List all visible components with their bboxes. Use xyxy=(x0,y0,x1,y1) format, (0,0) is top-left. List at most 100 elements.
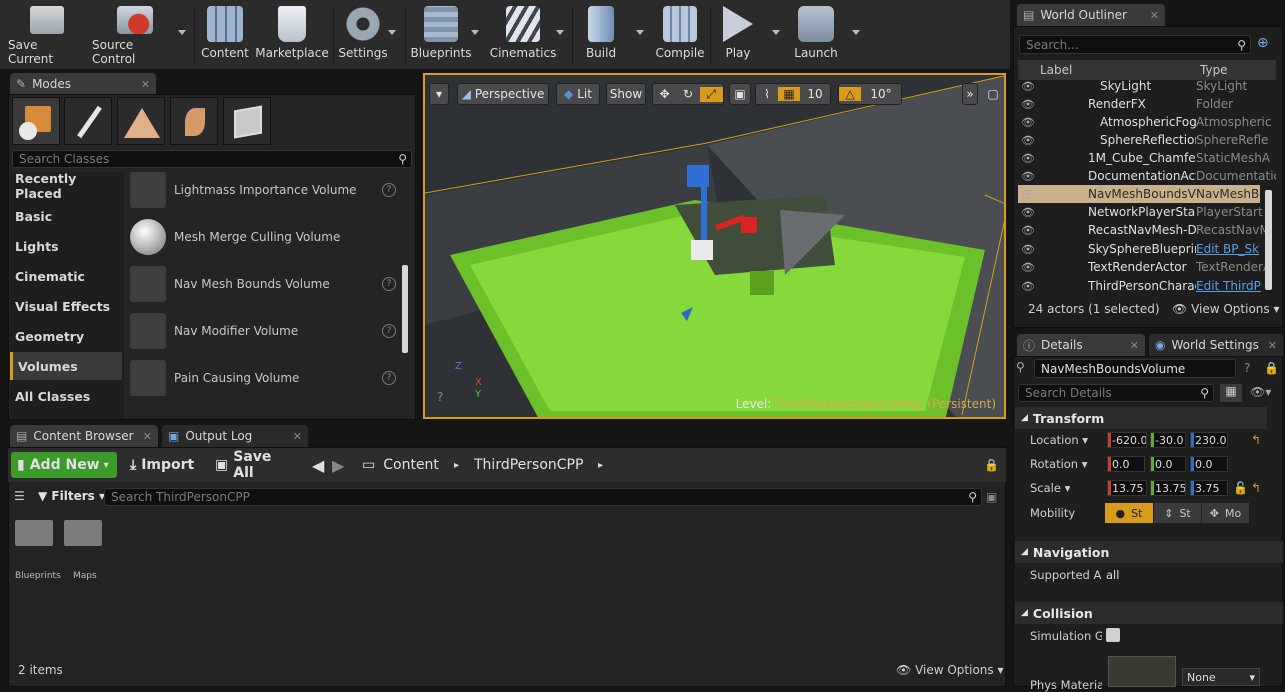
breadcrumb-content[interactable]: ▭ Content xyxy=(362,452,452,478)
geometry-mode-icon[interactable] xyxy=(223,97,271,145)
list-item[interactable]: 👁 1M_Cube_Chamfer StaticMeshA xyxy=(1018,149,1276,167)
rotation-snap-control[interactable]: △ 10° xyxy=(838,83,902,105)
list-item[interactable]: 👁 NetworkPlayerStart PlayerStart xyxy=(1018,203,1276,221)
launch-dropdown[interactable] xyxy=(852,30,860,35)
compile-button[interactable]: Compile xyxy=(654,6,706,66)
scrollbar[interactable] xyxy=(1265,190,1272,290)
location-y-field[interactable]: -30.0 xyxy=(1150,432,1186,448)
supported-agents-value[interactable]: all xyxy=(1106,568,1119,582)
scale-z-field[interactable]: 3.75 xyxy=(1190,480,1228,496)
mobility-movable-option[interactable]: ✥ Mo xyxy=(1201,503,1249,523)
simulation-checkbox[interactable] xyxy=(1106,628,1120,642)
category-lights[interactable]: Lights xyxy=(10,232,122,260)
object-name-field[interactable]: NavMeshBoundsVolume xyxy=(1034,359,1236,378)
tab-content-browser[interactable]: ▤ Content Browser ✕ xyxy=(10,425,158,447)
grid-snap-control[interactable]: ⌇ ▦ 10 xyxy=(755,83,831,105)
breadcrumb-separator-icon[interactable]: ▸ xyxy=(454,452,464,478)
search-classes-input[interactable]: Search Classes ⚲ xyxy=(12,150,412,168)
list-item[interactable]: 👁 SkySphereBlueprint Edit BP_Sk xyxy=(1018,240,1276,258)
category-volumes[interactable]: Volumes xyxy=(10,352,122,380)
import-button[interactable]: ⤓ Import xyxy=(130,452,200,478)
build-button[interactable]: Build xyxy=(578,6,624,66)
reset-to-default-icon[interactable]: ↰ xyxy=(1251,481,1261,495)
visibility-eye-icon[interactable]: 👁 xyxy=(1021,116,1035,129)
list-item-lightmass-importance-volume[interactable]: Lightmass Importance Volume ? xyxy=(130,168,408,212)
source-control-button[interactable]: Source Control xyxy=(92,6,178,66)
play-button[interactable]: Play xyxy=(716,6,760,66)
translate-icon[interactable]: ✥ xyxy=(653,87,676,101)
marketplace-button[interactable]: Marketplace xyxy=(255,6,329,66)
list-item[interactable]: 👁 RenderFX Folder xyxy=(1018,95,1276,113)
grid-snap-icon[interactable]: ▦ xyxy=(778,87,800,101)
add-new-button[interactable]: ▮ Add New ▾ xyxy=(11,452,117,478)
list-item[interactable]: 👁 TextRenderActor TextRenderA xyxy=(1018,258,1276,276)
folder-icon[interactable] xyxy=(64,520,102,546)
outliner-view-options[interactable]: 👁 View Options ▾ xyxy=(1172,302,1280,316)
location-z-field[interactable]: 230.0 xyxy=(1190,432,1228,448)
category-visual-effects[interactable]: Visual Effects xyxy=(10,292,122,320)
place-mode-icon[interactable] xyxy=(12,97,60,145)
navigation-section-header[interactable]: ◢ Navigation xyxy=(1015,541,1283,563)
tab-modes[interactable]: ✎ Modes ✕ xyxy=(10,73,156,95)
content-search-input[interactable]: Search ThirdPersonCPP ⚲ xyxy=(104,488,982,506)
outliner-search-input[interactable]: Search... ⚲ xyxy=(1019,35,1251,54)
sources-toggle-icon[interactable]: ☰ xyxy=(14,489,25,503)
rotation-z-field[interactable]: 0.0 xyxy=(1190,456,1228,472)
tab-world-outliner[interactable]: ▤ World Outliner ✕ xyxy=(1017,4,1165,26)
lock-icon[interactable]: 🔓 xyxy=(1233,481,1248,495)
source-control-dropdown[interactable] xyxy=(178,30,186,35)
list-item[interactable]: 👁 AtmosphericFog Atmospheric xyxy=(1018,113,1276,131)
lock-icon[interactable]: 🔒 xyxy=(984,458,999,472)
scale-y-field[interactable]: 13.75 xyxy=(1150,480,1186,496)
close-icon[interactable]: ✕ xyxy=(1150,9,1159,22)
mobility-static-option[interactable]: ● St xyxy=(1105,503,1153,523)
world-local-icon[interactable]: ▣ xyxy=(729,83,751,105)
mobility-toggle[interactable]: ● St ⇕ St ✥ Mo xyxy=(1105,503,1249,523)
visibility-eye-icon[interactable]: 👁▾ xyxy=(1250,385,1271,399)
phys-material-dropdown[interactable]: None ▾ xyxy=(1182,668,1260,686)
visibility-eye-icon[interactable]: 👁 xyxy=(1021,134,1035,147)
launch-button[interactable]: Launch xyxy=(790,6,842,66)
list-item[interactable]: 👁 SkyLight SkyLight xyxy=(1018,77,1276,95)
save-all-button[interactable]: ▣ Save All xyxy=(215,449,291,481)
transform-section-header[interactable]: ◢ Transform xyxy=(1015,407,1267,429)
foliage-mode-icon[interactable] xyxy=(170,97,218,145)
close-icon[interactable]: ✕ xyxy=(141,78,150,91)
viewport-options-dropdown[interactable]: ▾ xyxy=(429,83,449,105)
category-basic[interactable]: Basic xyxy=(10,202,122,230)
paint-mode-icon[interactable] xyxy=(64,97,112,145)
visibility-eye-icon[interactable]: 👁 xyxy=(1021,243,1035,256)
landscape-mode-icon[interactable] xyxy=(117,97,165,145)
rotation-snap-icon[interactable]: △ xyxy=(839,87,861,101)
collision-section-header[interactable]: ◢ Collision xyxy=(1015,602,1283,624)
category-all-classes[interactable]: All Classes xyxy=(10,382,122,410)
build-dropdown[interactable] xyxy=(636,30,644,35)
search-details-input[interactable]: Search Details ⚲ xyxy=(1018,384,1214,402)
filters-dropdown[interactable]: ▼ Filters ▾ xyxy=(38,489,105,503)
visibility-eye-icon[interactable]: 👁 xyxy=(1021,98,1035,111)
add-folder-icon[interactable]: ⊕ xyxy=(1257,35,1269,51)
settings-dropdown[interactable] xyxy=(388,30,396,35)
view-mode-dropdown[interactable]: ◆ Lit xyxy=(556,83,600,105)
save-search-icon[interactable]: ▣ xyxy=(986,490,997,504)
level-viewport[interactable]: ▾ ◢ Perspective ◆ Lit Show ✥ ↻ ⤢ ▣ ⌇ ▦ 1… xyxy=(423,73,1006,419)
visibility-eye-icon[interactable]: 👁 xyxy=(1021,206,1035,219)
folder-label-maps[interactable]: Maps xyxy=(73,571,97,581)
forward-arrow-icon[interactable]: ▶ xyxy=(332,452,346,478)
breadcrumb-separator-icon[interactable]: ▸ xyxy=(598,452,608,478)
help-icon[interactable]: ? xyxy=(382,183,396,197)
content-button[interactable]: Content xyxy=(199,6,251,66)
play-dropdown[interactable] xyxy=(772,30,780,35)
category-recently-placed[interactable]: Recently Placed xyxy=(10,171,122,201)
visibility-eye-icon[interactable]: 👁 xyxy=(1021,170,1035,183)
surface-snap-icon[interactable]: ⌇ xyxy=(756,87,778,101)
list-item[interactable]: 👁 ThirdPersonCharact Edit ThirdP xyxy=(1018,277,1276,295)
cinematics-dropdown[interactable] xyxy=(556,30,564,35)
cinematics-button[interactable]: Cinematics xyxy=(490,6,556,66)
settings-button[interactable]: Settings xyxy=(337,6,389,66)
phys-material-thumbnail[interactable] xyxy=(1108,656,1176,687)
list-item-nav-mesh-bounds-volume[interactable]: Nav Mesh Bounds Volume ? xyxy=(130,262,408,306)
expand-toolbar-icon[interactable]: » xyxy=(962,83,978,105)
visibility-eye-icon[interactable]: 👁 xyxy=(1021,188,1035,201)
help-icon[interactable]: ? xyxy=(382,324,396,338)
